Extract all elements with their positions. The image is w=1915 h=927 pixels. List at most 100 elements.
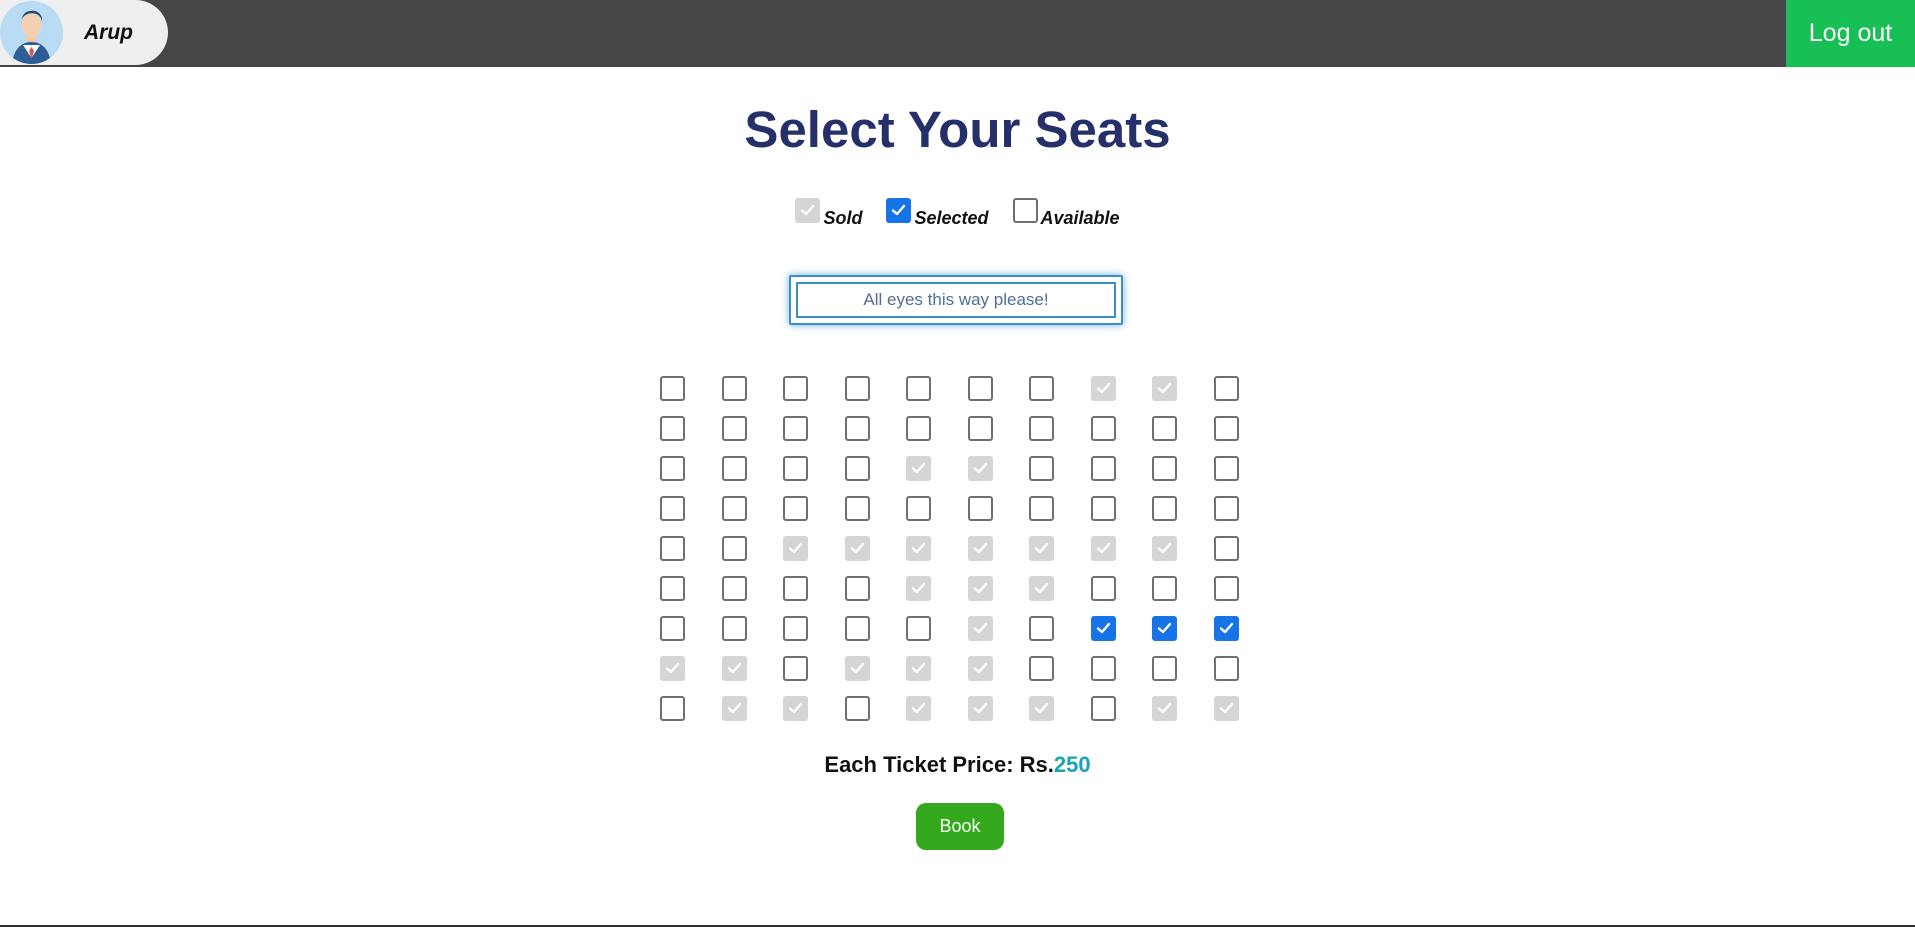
seat-1-9 [1152,376,1177,401]
seat-7-7[interactable] [1029,616,1054,641]
seat-6-6 [968,576,993,601]
seat-2-8[interactable] [1091,416,1116,441]
seat-7-8[interactable] [1091,616,1116,641]
seat-1-4[interactable] [845,376,870,401]
ticket-price: Each Ticket Price: Rs.250 [0,752,1915,778]
seat-8-7[interactable] [1029,656,1054,681]
book-button[interactable]: Book [916,803,1004,850]
seat-5-4 [845,536,870,561]
check-icon [1157,382,1172,394]
check-icon [1219,622,1234,634]
seat-5-9 [1152,536,1177,561]
seat-3-4[interactable] [845,456,870,481]
seat-7-10[interactable] [1214,616,1239,641]
seat-8-3[interactable] [783,656,808,681]
seat-6-7 [1029,576,1054,601]
seat-3-8[interactable] [1091,456,1116,481]
seat-6-3[interactable] [783,576,808,601]
seat-7-3[interactable] [783,616,808,641]
seat-7-5[interactable] [906,616,931,641]
check-icon [727,662,742,674]
check-icon [788,542,803,554]
seat-3-3[interactable] [783,456,808,481]
seat-1-6[interactable] [968,376,993,401]
seat-2-1[interactable] [660,416,685,441]
check-icon [1034,582,1049,594]
seat-6-1[interactable] [660,576,685,601]
check-icon [788,702,803,714]
seat-6-10[interactable] [1214,576,1239,601]
check-icon [1096,382,1111,394]
seat-1-7[interactable] [1029,376,1054,401]
seat-7-1[interactable] [660,616,685,641]
check-icon [1157,702,1172,714]
seat-8-8[interactable] [1091,656,1116,681]
seat-2-6[interactable] [968,416,993,441]
check-icon [973,662,988,674]
seat-1-10[interactable] [1214,376,1239,401]
seat-5-3 [783,536,808,561]
ticket-price-value: 250 [1053,752,1091,777]
check-icon [1219,702,1234,714]
seat-2-3[interactable] [783,416,808,441]
seat-4-2[interactable] [722,496,747,521]
seat-5-10[interactable] [1214,536,1239,561]
seat-grid [0,0,1915,927]
seat-2-2[interactable] [722,416,747,441]
seat-4-3[interactable] [783,496,808,521]
seat-3-2[interactable] [722,456,747,481]
check-icon [1157,542,1172,554]
seat-1-3[interactable] [783,376,808,401]
seat-8-9[interactable] [1152,656,1177,681]
seat-1-1[interactable] [660,376,685,401]
seat-4-9[interactable] [1152,496,1177,521]
seat-9-4[interactable] [845,696,870,721]
seat-3-7[interactable] [1029,456,1054,481]
seat-6-4[interactable] [845,576,870,601]
seat-9-3 [783,696,808,721]
seat-9-8[interactable] [1091,696,1116,721]
seat-4-4[interactable] [845,496,870,521]
seat-3-1[interactable] [660,456,685,481]
seat-1-2[interactable] [722,376,747,401]
seat-4-6[interactable] [968,496,993,521]
seat-6-8[interactable] [1091,576,1116,601]
seat-5-1[interactable] [660,536,685,561]
seat-4-7[interactable] [1029,496,1054,521]
seat-2-5[interactable] [906,416,931,441]
seat-9-1[interactable] [660,696,685,721]
check-icon [911,582,926,594]
seat-3-5 [906,456,931,481]
seat-6-9[interactable] [1152,576,1177,601]
seat-2-10[interactable] [1214,416,1239,441]
seat-7-4[interactable] [845,616,870,641]
check-icon [1096,622,1111,634]
seat-4-8[interactable] [1091,496,1116,521]
seat-2-9[interactable] [1152,416,1177,441]
seat-4-5[interactable] [906,496,931,521]
seat-3-10[interactable] [1214,456,1239,481]
seat-9-9 [1152,696,1177,721]
seat-6-2[interactable] [722,576,747,601]
check-icon [911,702,926,714]
check-icon [911,462,926,474]
check-icon [727,702,742,714]
seat-4-10[interactable] [1214,496,1239,521]
seat-5-6 [968,536,993,561]
seat-1-5[interactable] [906,376,931,401]
seat-7-9[interactable] [1152,616,1177,641]
seat-5-7 [1029,536,1054,561]
seat-4-1[interactable] [660,496,685,521]
seat-2-4[interactable] [845,416,870,441]
seat-7-6 [968,616,993,641]
seat-9-10 [1214,696,1239,721]
seat-2-7[interactable] [1029,416,1054,441]
seat-5-2[interactable] [722,536,747,561]
check-icon [1034,542,1049,554]
seat-8-2 [722,656,747,681]
seat-8-10[interactable] [1214,656,1239,681]
seat-3-9[interactable] [1152,456,1177,481]
seat-7-2[interactable] [722,616,747,641]
check-icon [1034,702,1049,714]
check-icon [973,542,988,554]
